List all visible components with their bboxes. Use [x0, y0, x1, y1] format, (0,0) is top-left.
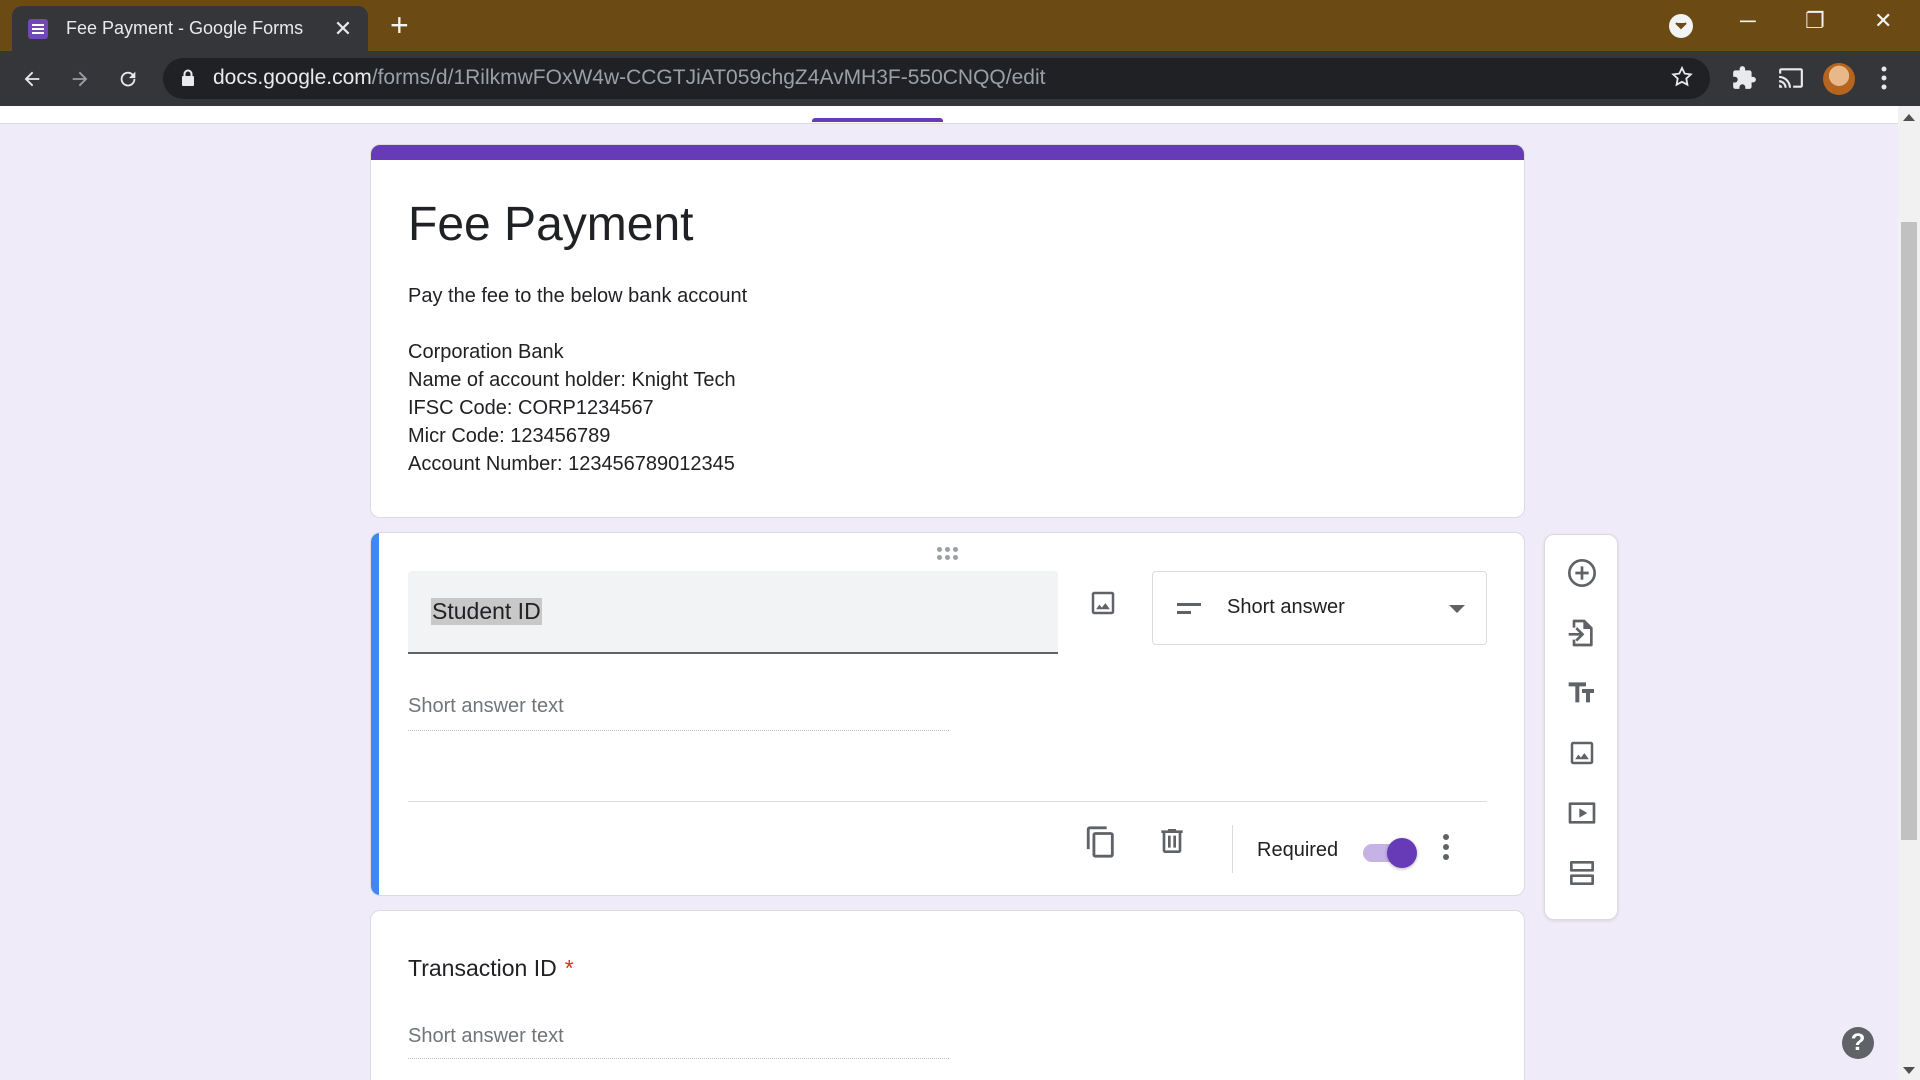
- browser-toolbar: docs.google.com/forms/d/1RilkmwFOxW4w-CC…: [0, 51, 1920, 106]
- form-header-card[interactable]: Fee Payment Pay the fee to the below ban…: [370, 144, 1525, 518]
- question-type-label: Short answer: [1227, 596, 1345, 618]
- add-section-icon[interactable]: [1564, 855, 1600, 891]
- form-description[interactable]: Pay the fee to the below bank account Co…: [408, 282, 747, 478]
- footer-separator: [1232, 825, 1233, 873]
- question-title-text: Transaction ID: [408, 955, 557, 981]
- url-text: docs.google.com/forms/d/1RilkmwFOxW4w-CC…: [213, 66, 1046, 89]
- cast-icon[interactable]: [1778, 65, 1804, 96]
- required-asterisk: *: [564, 955, 574, 981]
- duplicate-icon[interactable]: [1084, 825, 1118, 864]
- more-options-icon[interactable]: [1442, 833, 1450, 866]
- address-bar[interactable]: docs.google.com/forms/d/1RilkmwFOxW4w-CC…: [163, 58, 1710, 99]
- vertical-scrollbar[interactable]: [1898, 106, 1920, 1080]
- scroll-down-arrow-icon[interactable]: [1903, 1067, 1915, 1074]
- question-type-dropdown[interactable]: Short answer: [1152, 571, 1487, 645]
- scroll-up-arrow-icon[interactable]: [1903, 114, 1915, 121]
- theme-accent-bar: [371, 145, 1524, 160]
- add-image-icon[interactable]: [1564, 735, 1600, 771]
- short-answer-icon: [1177, 602, 1201, 620]
- browser-menu-icon[interactable]: [1880, 65, 1888, 96]
- browser-tab-bar: Fee Payment - Google Forms ✕ + ─ ❐ ✕: [0, 0, 1920, 51]
- question-title: Transaction ID *: [408, 955, 574, 982]
- required-label: Required: [1257, 839, 1339, 861]
- reload-icon[interactable]: [110, 61, 146, 97]
- restore-icon[interactable]: ❐: [1805, 8, 1825, 34]
- required-toggle[interactable]: [1361, 837, 1417, 868]
- forward-icon[interactable]: [62, 61, 98, 97]
- tab-search-icon[interactable]: [1669, 14, 1693, 38]
- bookmark-star-icon[interactable]: [1670, 65, 1694, 94]
- extensions-puzzle-icon[interactable]: [1731, 65, 1757, 96]
- minimize-icon[interactable]: ─: [1740, 8, 1756, 34]
- add-title-icon[interactable]: [1564, 675, 1600, 711]
- import-questions-icon[interactable]: [1564, 615, 1600, 651]
- close-tab-icon[interactable]: ✕: [332, 16, 354, 42]
- lock-icon: [181, 69, 195, 92]
- delete-trash-icon[interactable]: [1156, 825, 1188, 862]
- google-forms-favicon-icon: [28, 18, 48, 39]
- new-tab-button[interactable]: +: [390, 8, 409, 42]
- profile-avatar[interactable]: [1823, 63, 1855, 95]
- chevron-down-icon: [1449, 605, 1465, 613]
- add-question-icon[interactable]: [1564, 555, 1600, 591]
- answer-placeholder: Short answer text: [408, 1025, 949, 1059]
- floating-side-toolbar: [1544, 534, 1618, 920]
- close-window-icon[interactable]: ✕: [1874, 8, 1892, 34]
- tab-title: Fee Payment - Google Forms: [66, 18, 304, 38]
- editor-tab-strip: [0, 106, 1898, 124]
- drag-handle-icon[interactable]: [937, 547, 958, 560]
- scrollbar-thumb[interactable]: [1901, 222, 1917, 840]
- help-icon[interactable]: ?: [1842, 1027, 1874, 1059]
- question-card-student-id[interactable]: Student ID Short answer Short answer tex…: [370, 532, 1525, 896]
- answer-placeholder: Short answer text: [408, 695, 949, 731]
- question-title-input[interactable]: Student ID: [408, 571, 1058, 654]
- question-card-transaction-id[interactable]: Transaction ID * Short answer text: [370, 910, 1525, 1080]
- back-icon[interactable]: [14, 61, 50, 97]
- add-image-to-question-icon[interactable]: [1088, 588, 1118, 623]
- questions-tab-indicator: [812, 118, 943, 122]
- active-question-indicator: [371, 533, 379, 895]
- add-video-icon[interactable]: [1564, 795, 1600, 831]
- toggle-knob: [1387, 838, 1417, 868]
- question-title-text: Student ID: [431, 598, 542, 625]
- footer-divider: [408, 801, 1487, 802]
- form-title[interactable]: Fee Payment: [408, 197, 693, 252]
- browser-tab[interactable]: Fee Payment - Google Forms ✕: [12, 6, 368, 51]
- forms-editor-page: Fee Payment Pay the fee to the below ban…: [0, 106, 1920, 1080]
